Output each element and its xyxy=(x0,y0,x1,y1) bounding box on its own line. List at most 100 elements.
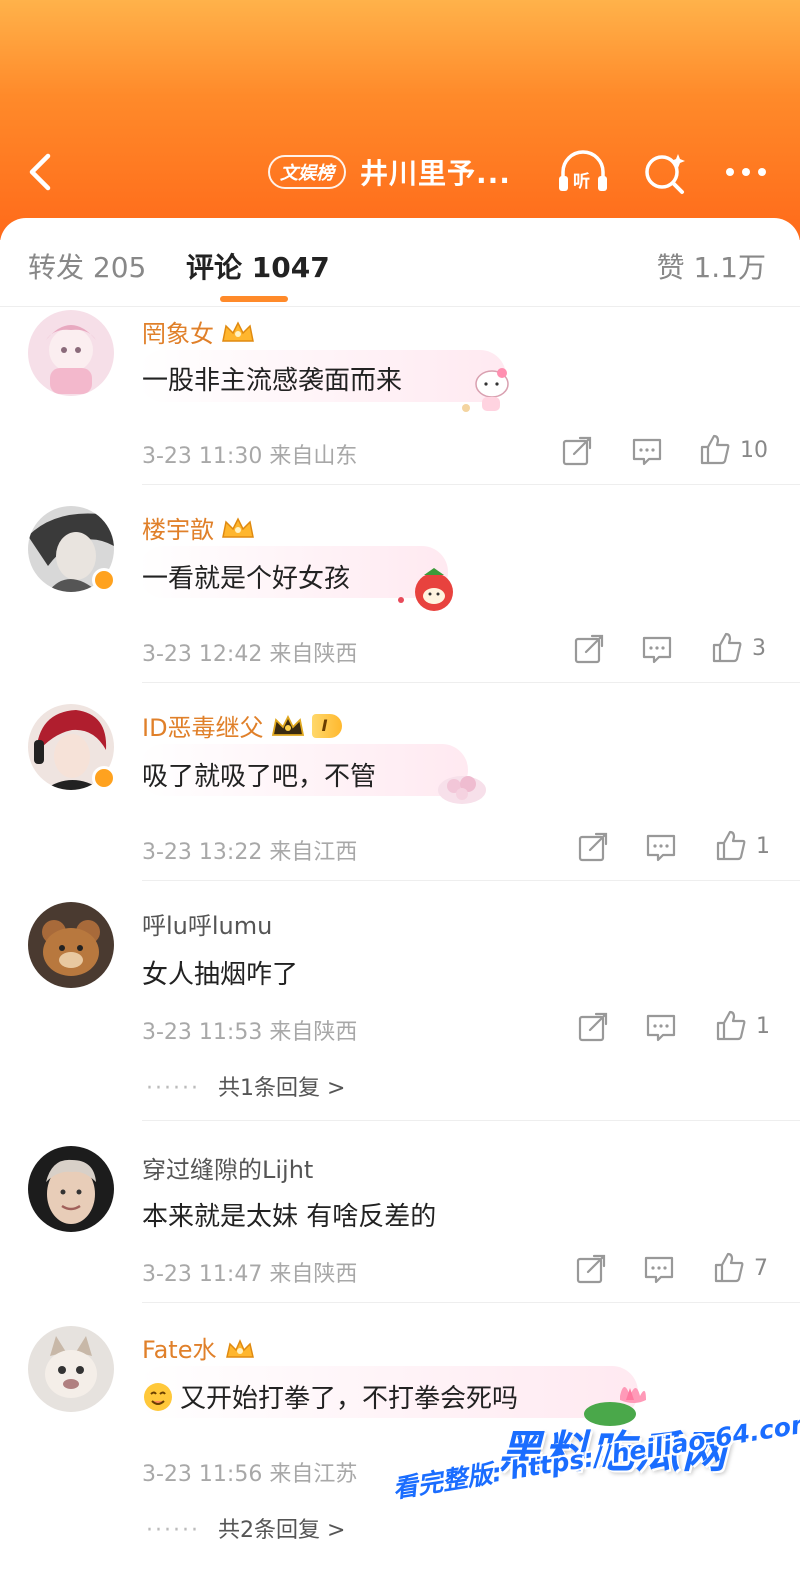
share-icon xyxy=(574,634,604,664)
divider xyxy=(142,1302,800,1303)
search-sparkle-icon xyxy=(645,154,685,194)
like-count: 10 xyxy=(740,438,768,463)
member-level-badge: I xyxy=(311,713,342,738)
username[interactable]: 呼lu呼lumu xyxy=(142,906,272,941)
like-count: 1 xyxy=(756,834,770,859)
vip-crown-icon xyxy=(226,1338,255,1358)
comment-text: 本来就是太妹 有啥反差的 xyxy=(142,1202,437,1232)
comment-location: 来自山东 xyxy=(269,444,358,469)
tab-repost[interactable]: 转发 205 xyxy=(28,246,146,286)
comment-meta: 3-23 13:22 来自江西 xyxy=(142,834,357,866)
share-button[interactable] xyxy=(576,830,610,864)
comment-text: 一股非主流感袭面而来 xyxy=(142,366,403,396)
comment-text: 一看就是个好女孩 xyxy=(142,564,351,594)
comment-icon xyxy=(642,636,672,664)
comment-location: 来自陕西 xyxy=(269,1020,358,1045)
reply-button[interactable] xyxy=(642,1252,676,1286)
comment-time: 3-23 11:53 xyxy=(142,1020,263,1045)
avatar[interactable] xyxy=(28,1146,114,1232)
drooling-face-icon xyxy=(144,1383,172,1411)
reply-button[interactable] xyxy=(640,632,674,666)
vip-crown-icon xyxy=(271,714,304,736)
share-button[interactable] xyxy=(560,434,594,468)
search-button[interactable] xyxy=(638,148,694,196)
comment-meta: 3-23 11:56 来自江苏 xyxy=(142,1456,357,1488)
hello-kitty-sticker-icon xyxy=(462,368,509,412)
reply-button[interactable] xyxy=(644,830,678,864)
like-count: 3 xyxy=(752,636,766,661)
divider xyxy=(142,1120,800,1121)
thumbs-up-icon xyxy=(700,434,730,465)
vip-crown-icon xyxy=(222,516,254,538)
share-icon xyxy=(576,1254,606,1284)
thumbs-up-icon xyxy=(714,1252,744,1283)
share-icon xyxy=(578,1012,608,1042)
strawberry-sticker-icon xyxy=(398,568,453,611)
verified-badge-icon xyxy=(92,568,116,592)
like-button[interactable] xyxy=(698,432,732,466)
username[interactable]: 楼宇歆 xyxy=(142,510,214,545)
comment-location: 来自江苏 xyxy=(269,1462,358,1487)
avatar[interactable] xyxy=(28,1326,114,1412)
comment-meta: 3-23 12:42 来自陕西 xyxy=(142,636,357,668)
listen-button[interactable]: 听 xyxy=(555,148,611,196)
view-replies-link[interactable]: ······ 共1条回复 > xyxy=(146,1070,345,1102)
tab-like[interactable]: 赞 1.1万 xyxy=(657,246,766,286)
divider xyxy=(0,306,800,307)
tab-comment[interactable]: 评论 1047 xyxy=(186,246,330,286)
username[interactable]: ID恶毒继父 xyxy=(142,708,264,743)
verified-badge-icon xyxy=(92,766,116,790)
view-replies-link[interactable]: ······ 共2条回复 > xyxy=(146,1512,345,1544)
comment-time: 3-23 12:42 xyxy=(142,642,263,667)
active-tab-indicator xyxy=(220,296,288,302)
username[interactable]: Fate水 xyxy=(142,1330,216,1365)
like-button[interactable] xyxy=(714,828,748,862)
comment-time: 3-23 13:22 xyxy=(142,840,263,865)
like-button[interactable] xyxy=(712,1250,746,1284)
tab-bar: 转发 205 评论 1047 赞 1.1万 xyxy=(0,218,800,308)
share-button[interactable] xyxy=(576,1010,610,1044)
comment-meta: 3-23 11:30 来自山东 xyxy=(142,438,357,470)
reply-button[interactable] xyxy=(644,1010,678,1044)
thumbs-up-icon xyxy=(716,830,746,861)
username[interactable]: 罔象女 xyxy=(142,314,214,349)
divider xyxy=(142,880,800,881)
comment-icon xyxy=(646,834,676,862)
username[interactable]: 穿过缝隙的Lijht xyxy=(142,1150,313,1185)
share-icon xyxy=(578,832,608,862)
avatar[interactable] xyxy=(28,310,114,396)
comment-icon xyxy=(632,438,662,466)
more-dots-icon xyxy=(726,168,766,176)
headphones-listen-icon: 听 xyxy=(559,150,607,192)
title-area[interactable]: 文娱榜 井川里予... xyxy=(268,150,511,194)
like-button[interactable] xyxy=(710,630,744,664)
back-button[interactable] xyxy=(22,150,62,194)
like-button[interactable] xyxy=(714,1008,748,1042)
share-button[interactable] xyxy=(574,1252,608,1286)
thumbs-up-icon xyxy=(716,1010,746,1041)
page-title: 井川里予... xyxy=(360,157,511,190)
reply-button[interactable] xyxy=(630,434,664,468)
replies-label: 共2条回复 > xyxy=(217,1518,346,1543)
comment-location: 来自江西 xyxy=(269,840,358,865)
like-count: 7 xyxy=(754,1256,768,1281)
share-button[interactable] xyxy=(572,632,606,666)
comment-icon xyxy=(644,1256,674,1284)
comment-time: 3-23 11:47 xyxy=(142,1262,263,1287)
listen-label: 听 xyxy=(573,171,590,192)
comment-time: 3-23 11:56 xyxy=(142,1462,263,1487)
avatar[interactable] xyxy=(28,902,114,988)
divider xyxy=(142,484,800,485)
comment-text: 吸了就吸了吧，不管 xyxy=(142,762,377,792)
comment-text: 女人抽烟咋了 xyxy=(142,960,299,990)
comment-icon xyxy=(646,1014,676,1042)
more-button[interactable] xyxy=(718,148,774,196)
comment-time: 3-23 11:30 xyxy=(142,444,263,469)
flower-sticker-icon xyxy=(438,776,486,804)
topic-badge: 文娱榜 xyxy=(268,155,346,189)
comment-meta: 3-23 11:47 来自陕西 xyxy=(142,1256,357,1288)
chevron-left-icon xyxy=(29,153,51,191)
divider xyxy=(142,682,800,683)
comment-location: 来自陕西 xyxy=(269,1262,358,1287)
thumbs-up-icon xyxy=(712,632,742,663)
